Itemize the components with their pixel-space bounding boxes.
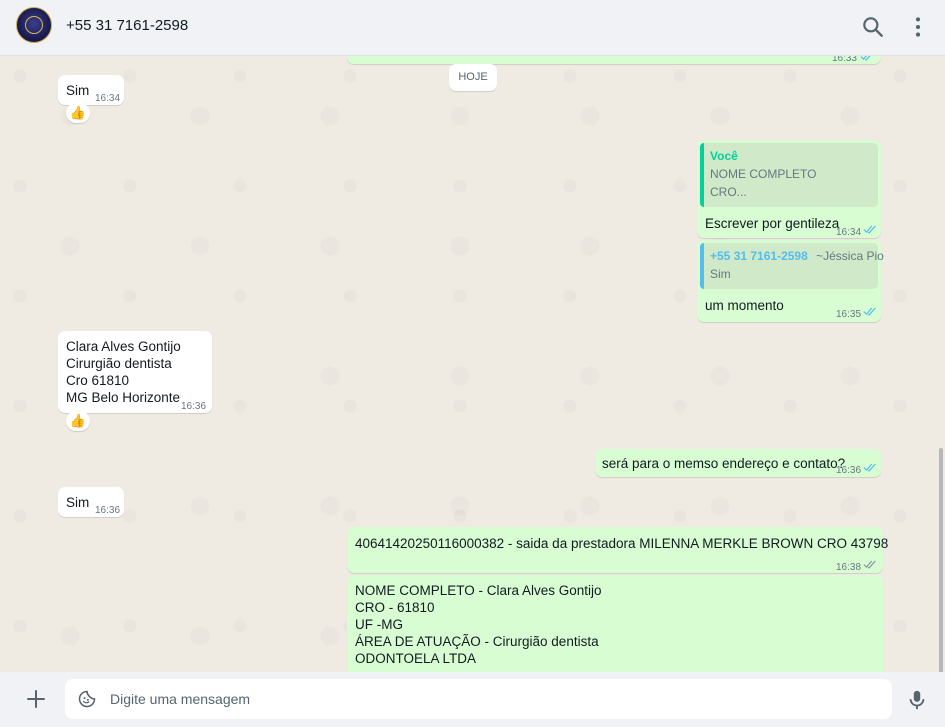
quote-author: Você xyxy=(710,149,738,163)
outgoing-message[interactable]: Você NOME COMPLETO CRO... Escrever por g… xyxy=(697,140,881,238)
message-time: 16:36 xyxy=(181,401,207,412)
message-time: 16:33 xyxy=(831,56,857,64)
menu-dots-icon[interactable] xyxy=(905,14,931,40)
message-text: 40641420250116000382 - saida da prestado… xyxy=(355,536,889,551)
message-time: 16:36 xyxy=(836,465,862,476)
plus-icon[interactable] xyxy=(24,687,48,711)
chat-scrollbar[interactable] xyxy=(939,448,943,672)
message-line: UF -MG xyxy=(355,617,403,632)
message-line: Cirurgião dentista xyxy=(66,356,172,371)
message-text: Clara Alves Gontijo Cirurgião dentista C… xyxy=(66,338,181,406)
outgoing-message[interactable]: NOME COMPLETO - Clara Alves Gontijo CRO … xyxy=(347,575,883,672)
incoming-message[interactable]: Clara Alves Gontijo Cirurgião dentista C… xyxy=(58,331,212,413)
message-text: Sim xyxy=(66,495,90,510)
quote-accent-bar xyxy=(700,243,704,289)
message-line: CRO - 61810 xyxy=(355,600,435,615)
message-input[interactable]: Digite uma mensagem xyxy=(65,679,892,719)
outgoing-message[interactable]: +55 31 7161-2598 ~Jéssica Pio Sim um mom… xyxy=(697,240,884,322)
incoming-message[interactable]: Sim 16:36 xyxy=(58,487,124,517)
message-text: Sim xyxy=(66,83,90,98)
message-time: 16:34 xyxy=(95,93,121,104)
message-line: MG Belo Horizonte xyxy=(66,390,181,405)
message-time: 16:36 xyxy=(95,505,121,516)
quoted-message[interactable]: +55 31 7161-2598 ~Jéssica Pio Sim xyxy=(700,243,884,289)
quoted-message[interactable]: Você NOME COMPLETO CRO... xyxy=(700,143,878,207)
reaction-badge[interactable]: 👍 xyxy=(66,103,90,123)
read-check-icon xyxy=(863,307,876,316)
message-line: NOME COMPLETO - Clara Alves Gontijo xyxy=(355,583,602,598)
quote-line: NOME COMPLETO xyxy=(710,167,817,181)
quote-author: +55 31 7161-2598 xyxy=(710,249,808,263)
date-separator: HOJE xyxy=(449,64,497,91)
contact-name[interactable]: +55 31 7161-2598 xyxy=(66,17,188,34)
message-line: ODONTOELA LTDA xyxy=(355,651,477,666)
quote-line: Sim xyxy=(710,267,731,281)
quote-line: CRO... xyxy=(710,185,747,199)
message-text: NOME COMPLETO - Clara Alves Gontijo CRO … xyxy=(355,582,602,667)
read-check-icon xyxy=(863,463,876,472)
message-placeholder: Digite uma mensagem xyxy=(110,691,251,707)
message-text: um momento xyxy=(705,298,784,313)
reaction-badge[interactable]: 👍 xyxy=(66,411,90,431)
message-text: será para o memso endereço e contato? xyxy=(602,456,846,471)
message-line: Clara Alves Gontijo xyxy=(66,339,181,354)
message-list[interactable]: 16:33 HOJE Sim 16:34 👍 Você NOME COMPLET… xyxy=(0,56,945,672)
message-line: ÁREA DE ATUAÇÃO - Cirurgião dentista xyxy=(355,634,599,649)
read-check-icon xyxy=(860,56,871,61)
quote-pushname: ~Jéssica Pio xyxy=(816,249,884,263)
quote-header: +55 31 7161-2598 ~Jéssica Pio xyxy=(710,247,884,265)
outgoing-message[interactable]: será para o memso endereço e contato? 16… xyxy=(595,449,881,477)
contact-avatar[interactable] xyxy=(16,7,52,43)
message-composer: Digite uma mensagem xyxy=(0,672,945,727)
message-time: 16:38 xyxy=(836,562,862,573)
message-time: 16:34 xyxy=(836,227,862,238)
partial-outgoing-bubble: 16:33 xyxy=(347,56,881,64)
message-text: Escrever por gentileza xyxy=(705,216,840,231)
chat-header: +55 31 7161-2598 xyxy=(0,0,945,56)
quote-accent-bar xyxy=(700,143,704,207)
outgoing-message[interactable]: 40641420250116000382 - saida da prestado… xyxy=(347,527,888,573)
message-line: Cro 61810 xyxy=(66,373,130,388)
avatar-logo-ring xyxy=(25,16,43,34)
message-time: 16:35 xyxy=(836,309,862,320)
microphone-icon[interactable] xyxy=(906,688,928,712)
read-check-icon xyxy=(863,225,876,234)
sent-check-icon xyxy=(863,560,876,569)
search-icon[interactable] xyxy=(860,14,886,40)
sticker-icon[interactable] xyxy=(77,689,97,709)
incoming-message[interactable]: Sim 16:34 xyxy=(58,75,124,105)
